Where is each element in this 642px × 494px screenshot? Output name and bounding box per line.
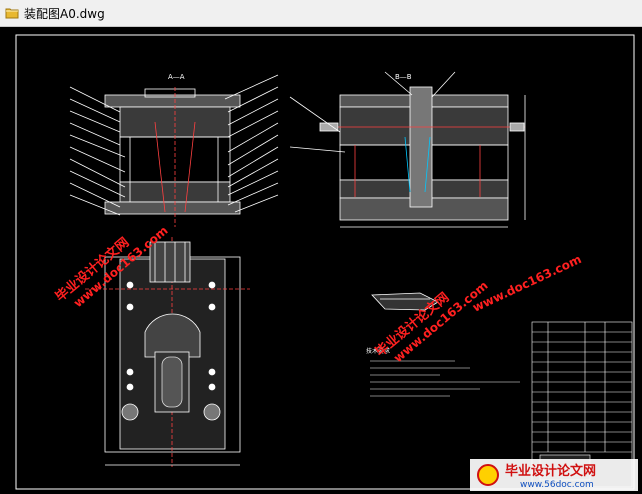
watermark-2: 毕业设计论文网 www.doc163.com (372, 278, 490, 365)
title-bar: 装配图A0.dwg (0, 0, 642, 27)
footer-logo: 毕业设计论文网 www.56doc.com (470, 459, 638, 491)
section-label-a: A—A (168, 73, 185, 81)
section-label-b: B—B (395, 73, 412, 81)
watermark-3: www.doc163.com (470, 252, 583, 315)
cad-drawing[interactable]: A—A B—B 技术要求 毕业设计论文网 www.doc163.com 毕业设计… (0, 27, 642, 494)
window-title: 装配图A0.dwg (24, 7, 105, 21)
footer-logo-text: 毕业设计论文网 (505, 463, 596, 479)
drawing-canvas[interactable]: A—A B—B 技术要求 毕业设计论文网 www.doc163.com 毕业设计… (0, 27, 642, 494)
side-section-view: B—B (289, 71, 526, 228)
watermark-url-3: www.doc163.com (470, 252, 583, 315)
footer-logo-url: www.56doc.com (520, 480, 594, 490)
front-section-view: A—A (69, 73, 279, 227)
dwg-file-icon (5, 8, 19, 19)
